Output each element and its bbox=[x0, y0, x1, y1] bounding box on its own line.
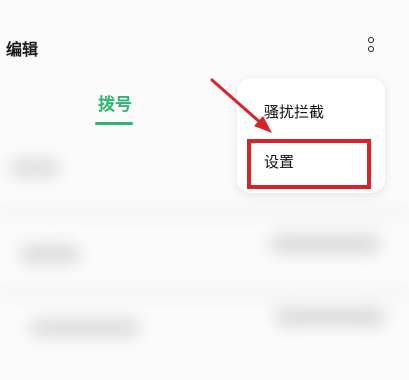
pointer-arrow-icon bbox=[210, 78, 272, 133]
